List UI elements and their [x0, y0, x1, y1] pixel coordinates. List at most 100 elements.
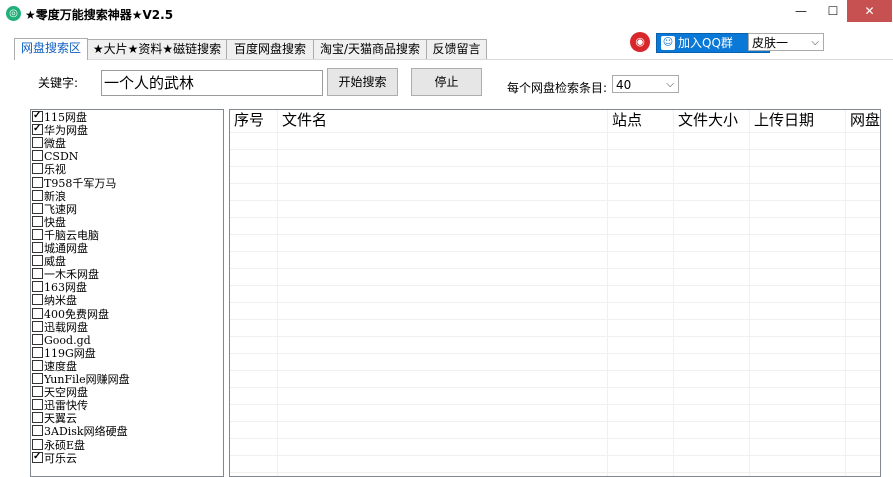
- tab-netdisk-search[interactable]: 网盘搜索区: [14, 38, 88, 60]
- start-search-button[interactable]: 开始搜索: [327, 68, 398, 96]
- site-checkbox-item[interactable]: 新浪: [32, 189, 66, 203]
- column-header[interactable]: 上传日期: [750, 110, 846, 132]
- chevron-down-icon: ⌵: [811, 37, 819, 48]
- count-select[interactable]: 40 ⌵: [612, 75, 679, 93]
- column-header[interactable]: 文件大小: [674, 110, 750, 132]
- checkbox[interactable]: [32, 373, 43, 384]
- grid-row-line: [230, 166, 880, 167]
- checkbox[interactable]: [32, 346, 43, 358]
- site-checkbox-item[interactable]: T958千军万马: [32, 176, 116, 190]
- stop-button[interactable]: 停止: [411, 68, 482, 96]
- site-label: 115网盘: [44, 111, 87, 124]
- site-checkbox-item[interactable]: 一木禾网盘: [32, 268, 99, 281]
- site-checkbox-item[interactable]: Good.gd: [32, 333, 91, 347]
- site-label: 163网盘: [44, 281, 87, 295]
- checkbox[interactable]: [32, 215, 43, 227]
- checkbox[interactable]: [32, 255, 43, 267]
- site-label: 可乐云: [44, 451, 77, 465]
- site-label: 新浪: [44, 189, 66, 203]
- site-label: 天空网盘: [44, 386, 88, 400]
- count-select-value: 40: [616, 78, 632, 92]
- qq-penguin-icon[interactable]: ◉: [630, 32, 650, 52]
- site-checkbox-item[interactable]: 可乐云: [32, 450, 77, 465]
- column-header[interactable]: 序号: [230, 110, 278, 132]
- grid-row-line: [230, 149, 880, 150]
- site-checkbox-item[interactable]: 城通网盘: [32, 242, 88, 255]
- site-checkbox-item[interactable]: 3ADisk网络硬盘: [32, 425, 128, 438]
- site-checkbox-item[interactable]: 迅载网盘: [32, 320, 88, 334]
- tab-baidu-search[interactable]: 百度网盘搜索: [226, 39, 314, 59]
- site-checkbox-item[interactable]: 微盘: [32, 137, 66, 150]
- keyword-label: 关键字:: [38, 76, 79, 90]
- site-checkbox-item[interactable]: 乐视: [32, 163, 66, 176]
- site-checkbox-item[interactable]: 速度盘: [32, 359, 77, 373]
- checkbox[interactable]: [32, 320, 43, 332]
- checkbox[interactable]: [32, 307, 43, 319]
- site-label: 永硕E盘: [44, 438, 86, 452]
- checkbox[interactable]: [32, 268, 43, 280]
- keyword-input[interactable]: 一个人的武林: [101, 70, 323, 96]
- checkbox[interactable]: [32, 399, 43, 411]
- checkbox[interactable]: [32, 122, 43, 136]
- site-checkbox-item[interactable]: CSDN: [32, 150, 78, 163]
- checkbox[interactable]: [32, 359, 43, 371]
- checkbox[interactable]: [32, 438, 43, 450]
- site-label: 400免费网盘: [44, 307, 109, 321]
- checkbox[interactable]: [32, 386, 43, 398]
- site-checkbox-item[interactable]: 天翼云: [32, 412, 77, 425]
- results-grid[interactable]: 序号 文件名 站点 文件大小 上传日期 网盘: [229, 109, 881, 477]
- minimize-button[interactable]: —: [788, 0, 814, 22]
- grid-row-line: [230, 183, 880, 184]
- site-checkbox-item[interactable]: 快盘: [32, 215, 66, 229]
- checkbox[interactable]: [32, 189, 43, 201]
- site-checkbox-item[interactable]: YunFile网赚网盘: [32, 373, 130, 386]
- checkbox[interactable]: [32, 294, 43, 306]
- tab-movie-magnet-search[interactable]: ★大片★资料★磁链搜索: [87, 39, 227, 59]
- tab-feedback[interactable]: 反馈留言: [426, 39, 487, 59]
- skin-select[interactable]: 皮肤一 ⌵: [748, 33, 824, 51]
- checkbox[interactable]: [32, 110, 43, 122]
- skin-select-value: 皮肤一: [752, 36, 789, 50]
- site-checkbox-item[interactable]: 飞速网: [32, 202, 77, 216]
- checkbox[interactable]: [32, 281, 43, 293]
- grid-row-line: [230, 404, 880, 405]
- checkbox[interactable]: [32, 137, 43, 149]
- grid-row-line: [230, 438, 880, 439]
- column-header[interactable]: 文件名: [278, 110, 608, 132]
- column-header[interactable]: 网盘: [846, 110, 880, 132]
- grid-row-line: [230, 336, 880, 337]
- close-button[interactable]: ✕: [847, 0, 892, 22]
- site-checkbox-item[interactable]: 天空网盘: [32, 386, 88, 399]
- site-label: 119G网盘: [44, 346, 96, 360]
- grid-row-line: [230, 132, 880, 133]
- site-checkbox-item[interactable]: 119G网盘: [32, 346, 96, 360]
- site-checkbox-item[interactable]: 纳米盘: [32, 294, 77, 307]
- tab-taobao-search[interactable]: 淘宝/天猫商品搜索: [313, 39, 427, 59]
- site-checkbox-item[interactable]: 千脑云电脑: [32, 228, 99, 242]
- checkbox[interactable]: [32, 150, 43, 162]
- site-checkbox-item[interactable]: 400免费网盘: [32, 307, 109, 321]
- site-checkbox-item[interactable]: 163网盘: [32, 281, 87, 294]
- site-label: 迅雷快传: [44, 399, 88, 413]
- site-label: 速度盘: [44, 359, 77, 373]
- checkbox[interactable]: [32, 176, 43, 188]
- grid-row-line: [230, 234, 880, 235]
- site-checklist[interactable]: 115网盘华为网盘微盘CSDN乐视T958千军万马新浪飞速网快盘千脑云电脑城通网…: [30, 109, 224, 477]
- checkbox[interactable]: [32, 242, 43, 253]
- site-label: 千脑云电脑: [44, 228, 99, 242]
- checkbox[interactable]: [32, 163, 43, 175]
- grid-row-line: [230, 370, 880, 371]
- checkbox[interactable]: [32, 425, 43, 437]
- site-checkbox-item[interactable]: 华为网盘: [32, 122, 88, 137]
- site-label: 乐视: [44, 163, 66, 177]
- checkbox[interactable]: [32, 450, 43, 463]
- column-header[interactable]: 站点: [608, 110, 674, 132]
- maximize-button[interactable]: ☐: [820, 0, 846, 22]
- checkbox[interactable]: [32, 202, 43, 214]
- checkbox[interactable]: [32, 228, 43, 240]
- site-checkbox-item[interactable]: 迅雷快传: [32, 399, 88, 412]
- checkbox[interactable]: [32, 412, 43, 424]
- site-checkbox-item[interactable]: 威盘: [32, 255, 66, 268]
- site-label: CSDN: [44, 150, 79, 164]
- checkbox[interactable]: [32, 333, 43, 345]
